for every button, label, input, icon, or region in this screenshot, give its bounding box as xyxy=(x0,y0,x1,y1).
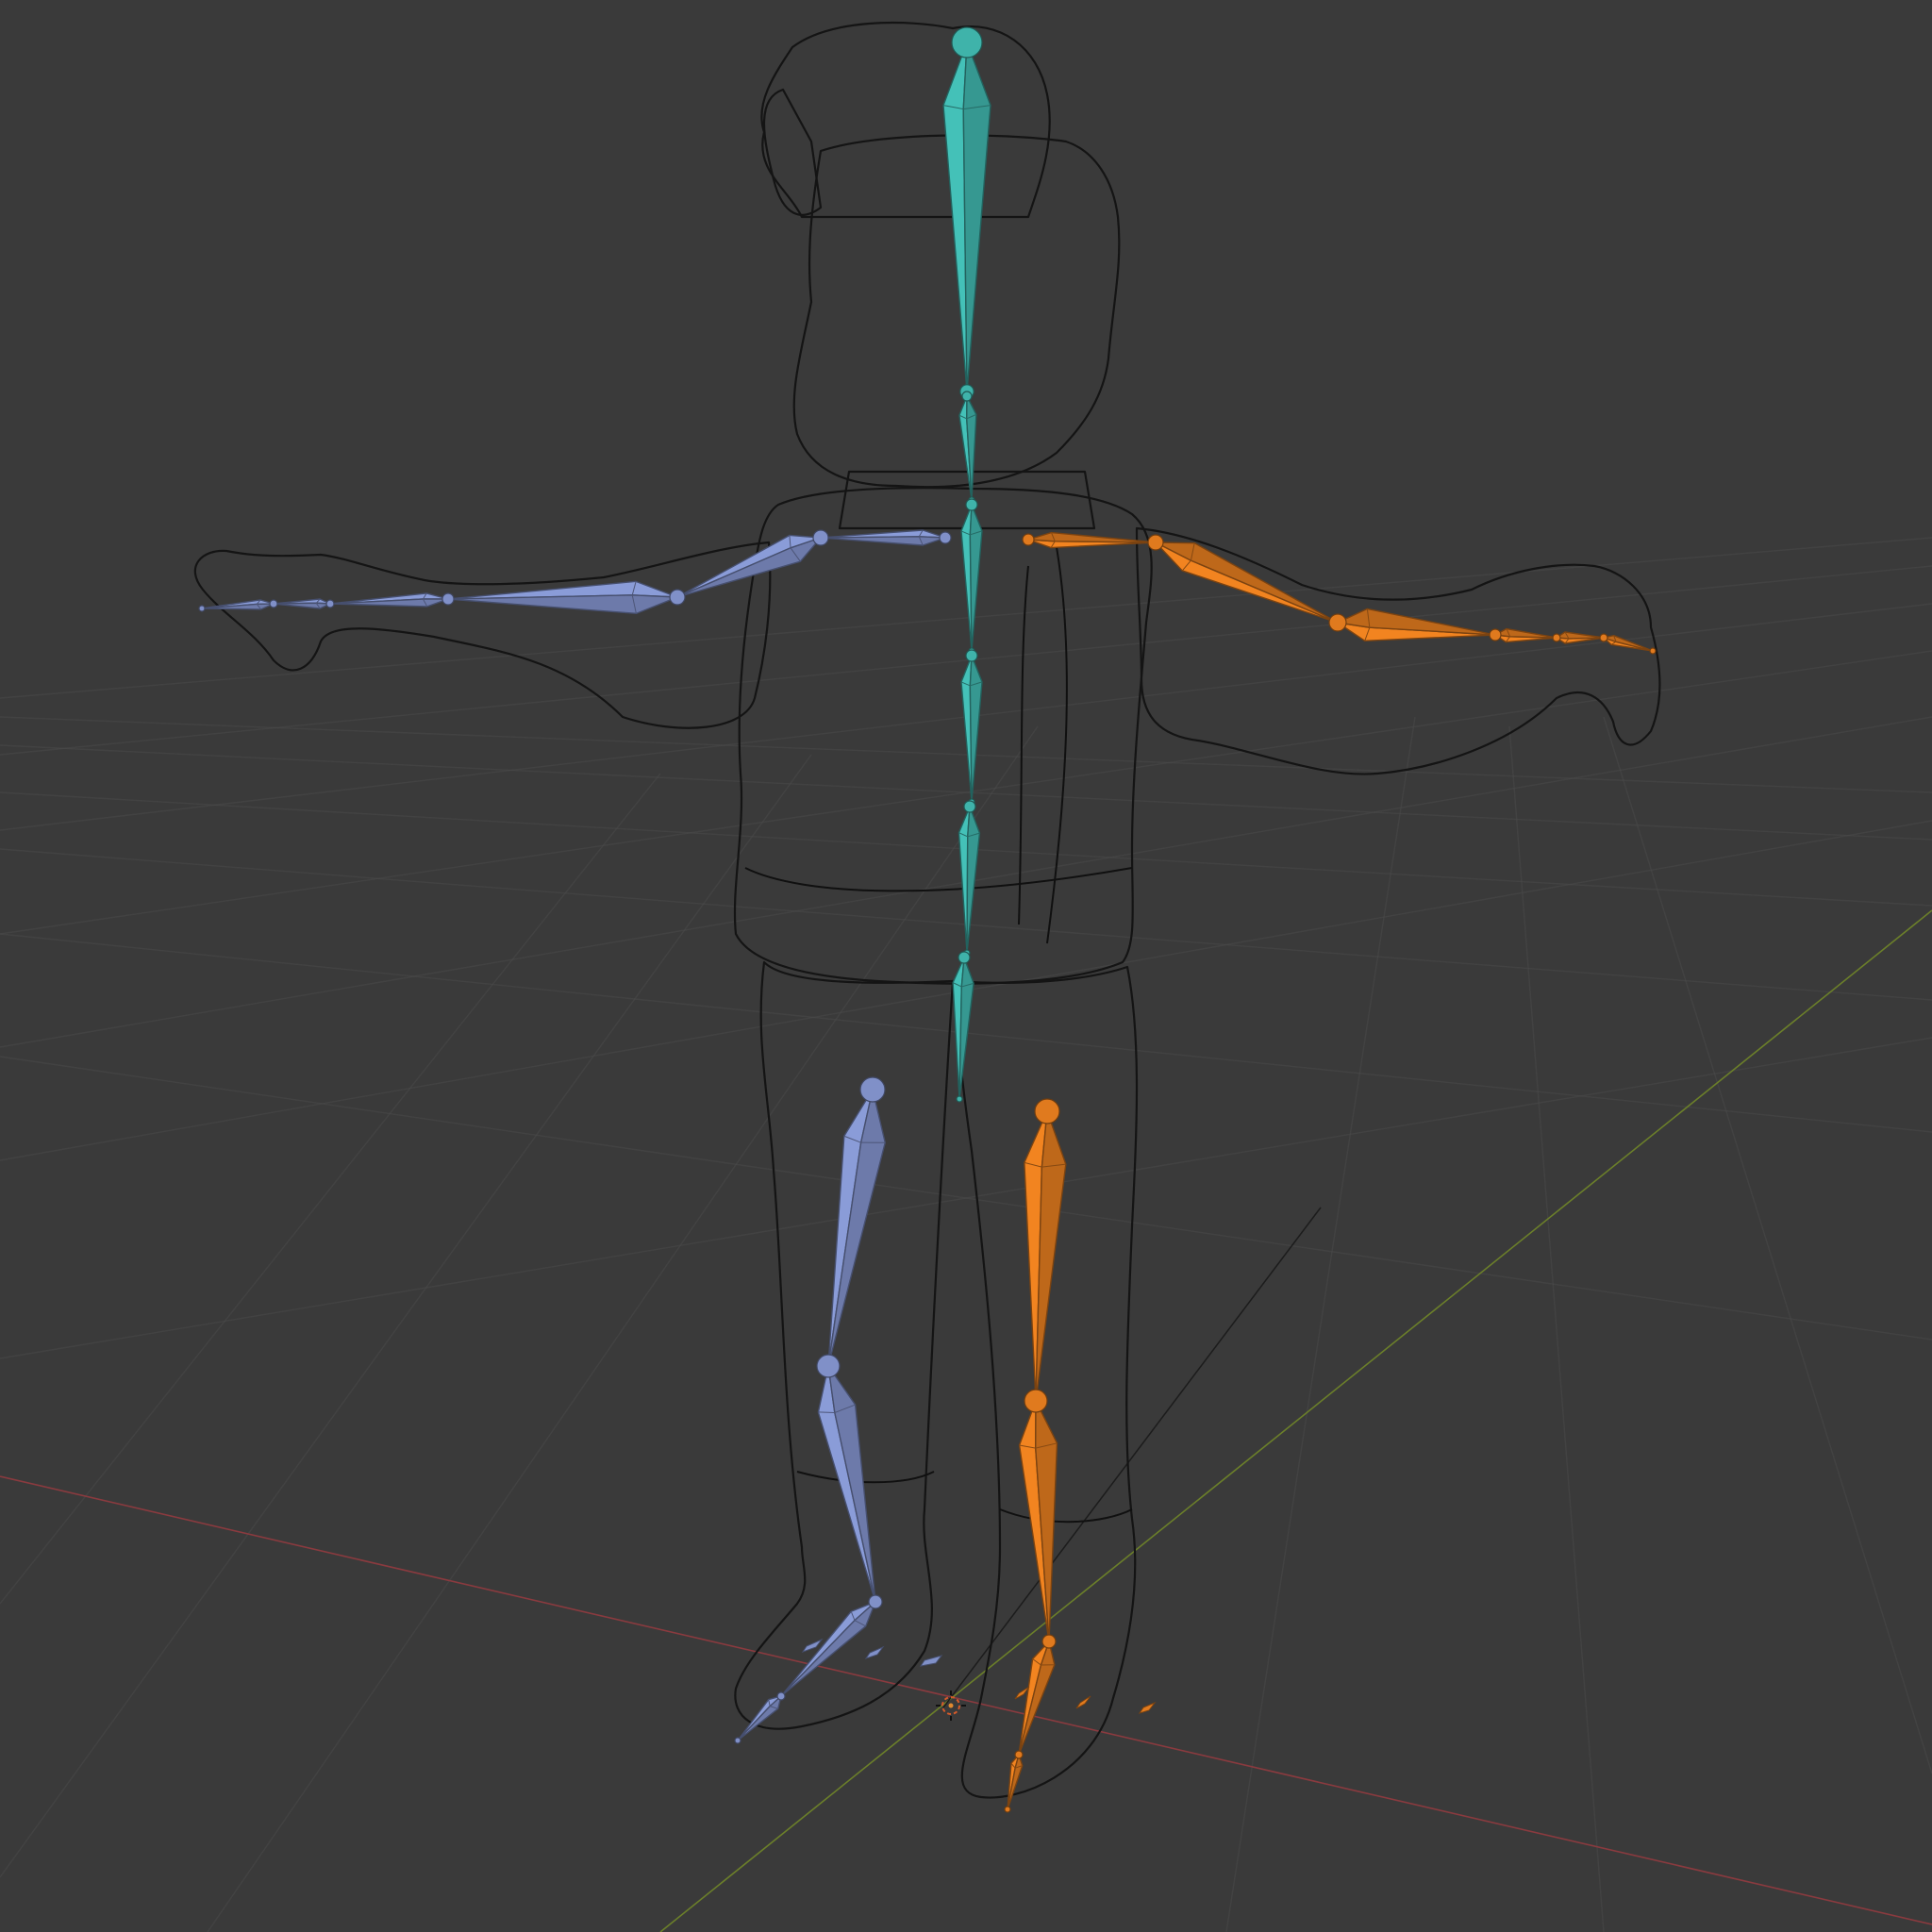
grid-line-18 xyxy=(1603,716,1932,1774)
bone-upper-arm-l-face-b xyxy=(676,537,822,598)
bone-heel-helper-r2[interactable] xyxy=(1075,1695,1091,1709)
mesh-pant-cuff-right xyxy=(999,1508,1133,1524)
bone-upper-arm-r-face-b xyxy=(1155,541,1339,624)
bone-shoulder-l[interactable] xyxy=(817,529,952,546)
mesh-zipper xyxy=(1018,565,1029,925)
floor-grid xyxy=(0,537,1932,1932)
bone-forearm-r[interactable] xyxy=(1328,608,1500,641)
grid-line-17 xyxy=(1508,725,1605,1932)
bone-thigh-l[interactable] xyxy=(822,1076,886,1373)
bone-hand-l-face-b xyxy=(329,598,449,608)
bone-spine-2[interactable] xyxy=(960,649,983,806)
bone-foot-l[interactable] xyxy=(777,1594,883,1700)
bone-thigh-l-head-joint[interactable] xyxy=(859,1076,886,1103)
bone-heel-helper-l2[interactable] xyxy=(864,1645,885,1659)
bone-finger-l2-tail-joint[interactable] xyxy=(198,605,206,612)
bone-hips-tail-joint[interactable] xyxy=(956,1095,963,1103)
bone-spine-3-face-b xyxy=(969,504,983,652)
grid-line-14 xyxy=(0,754,812,1878)
bone-shin-l-face-b xyxy=(827,1365,876,1603)
bone-toe-r-head-joint[interactable] xyxy=(1014,1750,1024,1759)
x-axis-line xyxy=(0,1475,1932,1925)
bone-upper-arm-l-head-joint[interactable] xyxy=(812,529,829,546)
bone-finger-l2-head-joint[interactable] xyxy=(269,599,278,608)
bone-hand-r-head-joint[interactable] xyxy=(1489,628,1502,641)
bone-thigh-r[interactable] xyxy=(1024,1098,1067,1407)
bone-toe-l[interactable] xyxy=(734,1691,786,1744)
grid-line-13 xyxy=(207,725,1039,1932)
bone-shoulder-r-head-joint[interactable] xyxy=(1022,533,1035,546)
bone-foot-r[interactable] xyxy=(1015,1634,1057,1758)
bone-finger-l1-face-b xyxy=(273,602,331,609)
mesh-leg-left xyxy=(734,960,955,1730)
bone-foot-r-head-joint[interactable] xyxy=(1041,1634,1057,1649)
mesh-hair-tuft xyxy=(763,88,823,216)
bone-hand-r[interactable] xyxy=(1489,627,1560,643)
mesh-arm-left xyxy=(193,541,772,729)
character-mesh[interactable] xyxy=(193,21,1661,1799)
bone-foot-l-face-b xyxy=(780,1601,876,1697)
bone-hand-r-face-b xyxy=(1494,627,1557,639)
bone-hand-l-head-joint[interactable] xyxy=(441,592,455,606)
bone-upper-arm-r-head-joint[interactable] xyxy=(1147,534,1164,551)
bone-spine-2-head-joint[interactable] xyxy=(965,649,978,662)
bone-thigh-r-head-joint[interactable] xyxy=(1034,1098,1060,1124)
bone-head-head-joint[interactable] xyxy=(951,26,983,58)
bone-finger-l2[interactable] xyxy=(198,599,278,612)
bone-shin-l-head-joint[interactable] xyxy=(816,1354,841,1378)
bone-shoulder-r[interactable] xyxy=(1022,531,1159,549)
bone-hips-head-joint[interactable] xyxy=(958,951,971,964)
bone-neck-head-joint[interactable] xyxy=(961,391,973,402)
bone-forearm-l[interactable] xyxy=(443,580,686,615)
mesh-hood-fold xyxy=(1046,546,1068,944)
bone-heel-helper-l3[interactable] xyxy=(919,1655,943,1667)
bone-spine-1[interactable] xyxy=(958,800,981,957)
bone-spine-1-head-joint[interactable] xyxy=(963,800,976,813)
grid-line-16 xyxy=(1225,716,1416,1932)
bone-shoulder-l-face-b xyxy=(820,536,946,546)
bone-spine-3[interactable] xyxy=(960,498,983,655)
bone-forearm-l-face-b xyxy=(447,594,678,615)
viewport-scene[interactable] xyxy=(0,0,1932,1932)
bone-finger-r1-head-joint[interactable] xyxy=(1552,633,1561,642)
bone-relationship-line xyxy=(942,1207,1322,1708)
bone-shin-r-head-joint[interactable] xyxy=(1024,1389,1048,1413)
bone-spine-3-head-joint[interactable] xyxy=(965,498,978,511)
bone-finger-l1-head-joint[interactable] xyxy=(325,599,335,608)
bone-shin-l[interactable] xyxy=(816,1354,881,1607)
bone-upper-arm-r[interactable] xyxy=(1147,534,1342,627)
bone-head[interactable] xyxy=(942,26,991,399)
bone-forearm-l-head-joint[interactable] xyxy=(669,589,686,606)
bone-finger-r1-face-b xyxy=(1556,631,1605,640)
bone-finger-l1[interactable] xyxy=(270,598,335,609)
bone-foot-l-head-joint[interactable] xyxy=(868,1594,883,1609)
bone-finger-r1[interactable] xyxy=(1552,631,1607,644)
mesh-pant-cuff-left xyxy=(796,1471,935,1484)
bone-finger-r2-head-joint[interactable] xyxy=(1599,633,1608,642)
bone-spine-2-face-b xyxy=(969,655,983,803)
bone-shoulder-l-head-joint[interactable] xyxy=(939,531,952,544)
bone-toe-r[interactable] xyxy=(1004,1750,1024,1813)
bone-toe-l-tail-joint[interactable] xyxy=(734,1737,741,1744)
grid-line-7 xyxy=(0,1056,1932,1341)
bone-toe-r-tail-joint[interactable] xyxy=(1004,1806,1011,1813)
armature[interactable] xyxy=(198,26,1657,1813)
bone-toe-l-head-joint[interactable] xyxy=(776,1691,786,1701)
3d-viewport[interactable] xyxy=(0,0,1932,1932)
bone-hand-l[interactable] xyxy=(326,592,455,608)
grid-line-15 xyxy=(0,773,661,1605)
bone-finger-r2-tail-joint[interactable] xyxy=(1649,647,1657,655)
bone-heel-helper-r3[interactable] xyxy=(1138,1701,1157,1714)
mesh-hair xyxy=(760,21,1051,219)
bone-forearm-r-head-joint[interactable] xyxy=(1328,613,1347,632)
